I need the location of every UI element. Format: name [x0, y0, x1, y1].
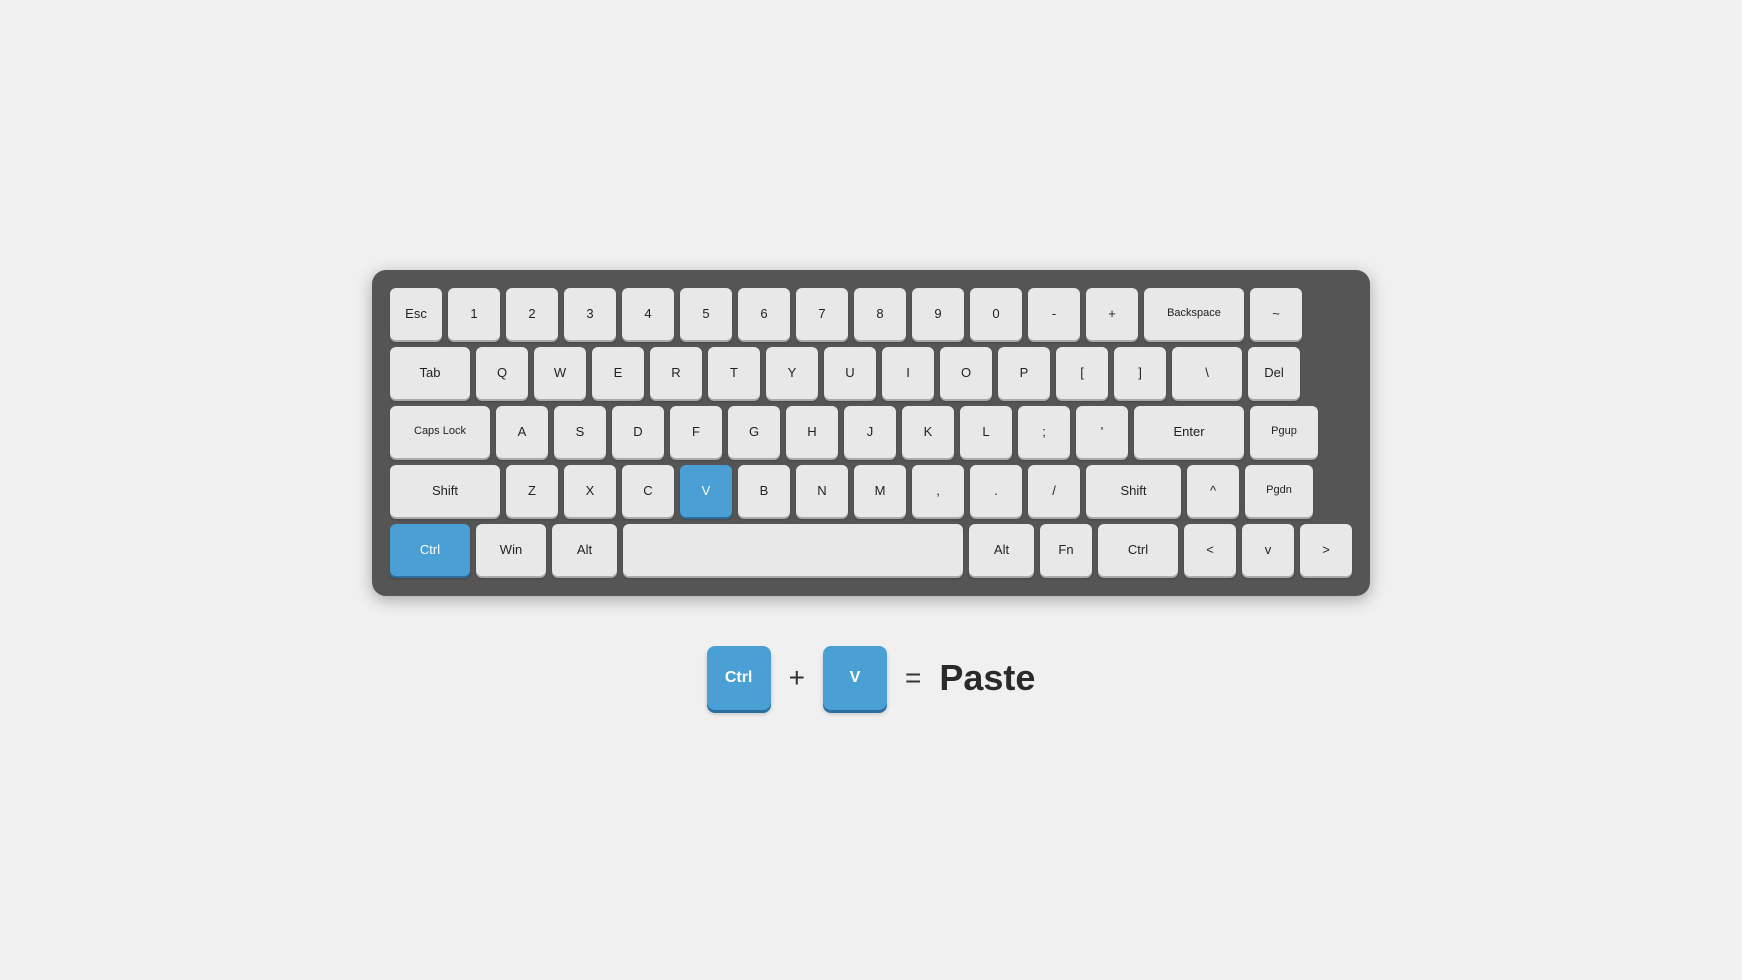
key-w[interactable]: W: [534, 347, 586, 399]
key-l[interactable]: L: [960, 406, 1012, 458]
key-7[interactable]: 7: [796, 288, 848, 340]
key-space[interactable]: [623, 524, 963, 576]
key-p[interactable]: P: [998, 347, 1050, 399]
row-zxcv: Shift Z X C V B N M , . / Shift ^ Pgdn: [390, 465, 1352, 517]
key-r[interactable]: R: [650, 347, 702, 399]
key-g[interactable]: G: [728, 406, 780, 458]
key-del[interactable]: Del: [1248, 347, 1300, 399]
key-q[interactable]: Q: [476, 347, 528, 399]
shortcut-legend: Ctrl + V = Paste: [707, 646, 1036, 710]
key-bracket-close[interactable]: ]: [1114, 347, 1166, 399]
legend-plus-symbol: +: [789, 662, 805, 694]
key-enter[interactable]: Enter: [1134, 406, 1244, 458]
legend-ctrl-key: Ctrl: [707, 646, 771, 710]
key-f[interactable]: F: [670, 406, 722, 458]
key-c[interactable]: C: [622, 465, 674, 517]
key-1[interactable]: 1: [448, 288, 500, 340]
key-e[interactable]: E: [592, 347, 644, 399]
key-arrow-right[interactable]: >: [1300, 524, 1352, 576]
key-backspace[interactable]: Backspace: [1144, 288, 1244, 340]
row-asdf: Caps Lock A S D F G H J K L ; ' Enter Pg…: [390, 406, 1352, 458]
key-alt-right[interactable]: Alt: [969, 524, 1034, 576]
key-caps-lock[interactable]: Caps Lock: [390, 406, 490, 458]
key-6[interactable]: 6: [738, 288, 790, 340]
key-j[interactable]: J: [844, 406, 896, 458]
keyboard: Esc 1 2 3 4 5 6 7 8 9 0 - + Backspace ~ …: [372, 270, 1370, 596]
key-shift-right[interactable]: Shift: [1086, 465, 1181, 517]
key-3[interactable]: 3: [564, 288, 616, 340]
key-i[interactable]: I: [882, 347, 934, 399]
key-shift-left[interactable]: Shift: [390, 465, 500, 517]
key-t[interactable]: T: [708, 347, 760, 399]
key-pgdn[interactable]: Pgdn: [1245, 465, 1313, 517]
key-win[interactable]: Win: [476, 524, 546, 576]
key-k[interactable]: K: [902, 406, 954, 458]
key-period[interactable]: .: [970, 465, 1022, 517]
legend-v-key: V: [823, 646, 887, 710]
key-m[interactable]: M: [854, 465, 906, 517]
row-bottom: Ctrl Win Alt Alt Fn Ctrl < v >: [390, 524, 1352, 576]
key-tab[interactable]: Tab: [390, 347, 470, 399]
key-8[interactable]: 8: [854, 288, 906, 340]
key-ctrl-right[interactable]: Ctrl: [1098, 524, 1178, 576]
key-v[interactable]: V: [680, 465, 732, 517]
legend-equals-symbol: =: [905, 662, 921, 694]
key-comma[interactable]: ,: [912, 465, 964, 517]
key-s[interactable]: S: [554, 406, 606, 458]
key-ctrl-left[interactable]: Ctrl: [390, 524, 470, 576]
row-qwerty: Tab Q W E R T Y U I O P [ ] \ Del: [390, 347, 1352, 399]
key-z[interactable]: Z: [506, 465, 558, 517]
key-fn[interactable]: Fn: [1040, 524, 1092, 576]
key-b[interactable]: B: [738, 465, 790, 517]
key-4[interactable]: 4: [622, 288, 674, 340]
key-backslash[interactable]: \: [1172, 347, 1242, 399]
key-x[interactable]: X: [564, 465, 616, 517]
key-0[interactable]: 0: [970, 288, 1022, 340]
key-minus[interactable]: -: [1028, 288, 1080, 340]
keyboard-wrapper: Esc 1 2 3 4 5 6 7 8 9 0 - + Backspace ~ …: [372, 270, 1370, 710]
key-y[interactable]: Y: [766, 347, 818, 399]
row-numbers: Esc 1 2 3 4 5 6 7 8 9 0 - + Backspace ~: [390, 288, 1352, 340]
key-2[interactable]: 2: [506, 288, 558, 340]
key-arrow-left[interactable]: <: [1184, 524, 1236, 576]
key-d[interactable]: D: [612, 406, 664, 458]
key-tilde[interactable]: ~: [1250, 288, 1302, 340]
key-u[interactable]: U: [824, 347, 876, 399]
key-esc[interactable]: Esc: [390, 288, 442, 340]
key-plus[interactable]: +: [1086, 288, 1138, 340]
key-h[interactable]: H: [786, 406, 838, 458]
key-alt-left[interactable]: Alt: [552, 524, 617, 576]
key-pgup[interactable]: Pgup: [1250, 406, 1318, 458]
key-o[interactable]: O: [940, 347, 992, 399]
key-slash[interactable]: /: [1028, 465, 1080, 517]
key-semicolon[interactable]: ;: [1018, 406, 1070, 458]
key-a[interactable]: A: [496, 406, 548, 458]
key-arrow-down[interactable]: v: [1242, 524, 1294, 576]
key-bracket-open[interactable]: [: [1056, 347, 1108, 399]
legend-action-label: Paste: [939, 657, 1035, 699]
key-5[interactable]: 5: [680, 288, 732, 340]
key-caret[interactable]: ^: [1187, 465, 1239, 517]
key-n[interactable]: N: [796, 465, 848, 517]
key-quote[interactable]: ': [1076, 406, 1128, 458]
key-9[interactable]: 9: [912, 288, 964, 340]
